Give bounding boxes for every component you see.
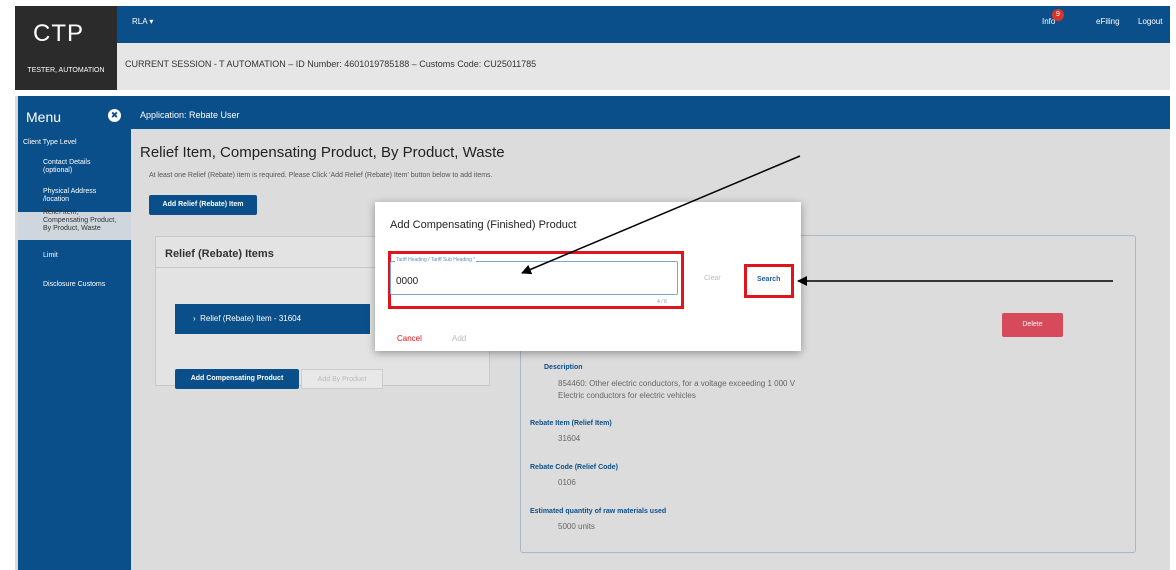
rebate-code-label: Rebate Code (Relief Code)	[530, 464, 618, 471]
sidebar-item-client-type-level[interactable]: Client Type Level	[23, 139, 77, 147]
quantity-label: Estimated quantity of raw materials used	[530, 508, 667, 515]
collapse-menu-icon[interactable]: ✖	[108, 109, 121, 122]
quantity-value: 5000 units	[558, 522, 595, 531]
page-title: Relief Item, Compensating Product, By Pr…	[140, 144, 505, 161]
sidebar-item-physical-address[interactable]: Physical Address /location	[43, 188, 113, 204]
tariff-heading-input[interactable]	[396, 274, 666, 288]
application-title: Application: Rebate User	[140, 110, 240, 120]
app-name: CTP	[33, 20, 84, 47]
description-label: Description	[544, 364, 583, 371]
dialog-title: Add Compensating (Finished) Product	[390, 219, 577, 231]
description-value-line2: Electric conductors for electric vehicle…	[558, 391, 696, 400]
rebate-item-label: Rebate Item (Relief Item)	[530, 420, 612, 427]
relief-item-row[interactable]: › Relief (Rebate) Item - 31604	[175, 304, 370, 334]
logout-link[interactable]: Logout	[1138, 17, 1162, 26]
char-counter: 4 / 8	[657, 299, 667, 305]
top-nav-bar	[117, 6, 1170, 43]
sidebar-item-contact-details[interactable]: Contact Details (optional)	[43, 159, 113, 175]
add-compensating-product-button[interactable]: Add Compensating Product	[175, 369, 299, 389]
session-info: CURRENT SESSION - T AUTOMATION – ID Numb…	[125, 59, 537, 69]
notification-badge: 9	[1052, 9, 1064, 21]
clear-button[interactable]: Clear	[704, 275, 721, 282]
role-selector[interactable]: RLA ▾	[132, 17, 153, 26]
delete-button[interactable]: Delete	[1002, 313, 1063, 337]
search-button[interactable]: Search	[757, 276, 780, 283]
app-logo: CTP TESTER, AUTOMATION	[15, 6, 117, 90]
menu-title: Menu	[26, 109, 62, 125]
sidebar-item-disclosure-customs[interactable]: Disclosure Customs	[43, 281, 105, 289]
cancel-button[interactable]: Cancel	[397, 334, 422, 343]
rebate-item-value: 31604	[558, 434, 581, 443]
description-value-line1: 854460: Other electric conductors, for a…	[558, 379, 796, 388]
chevron-down-icon: ▾	[149, 17, 154, 26]
application-header	[131, 96, 1170, 129]
efiling-link[interactable]: eFiling	[1096, 17, 1120, 26]
user-name: TESTER, AUTOMATION	[27, 67, 105, 74]
rebate-code-value: 0106	[558, 478, 576, 487]
add-relief-item-button[interactable]: Add Relief (Rebate) Item	[149, 195, 257, 215]
chevron-right-icon: ›	[193, 314, 196, 323]
add-by-product-button[interactable]: Add By Product	[301, 369, 383, 389]
tariff-field-label: Tariff Heading / Tariff Sub Heading *	[395, 257, 477, 263]
sidebar-item-relief-item[interactable]: Relief Item, Compensating Product, By Pr…	[43, 209, 123, 239]
sidebar-item-limit[interactable]: Limit	[43, 252, 58, 260]
add-button[interactable]: Add	[452, 334, 466, 343]
instruction-text: At least one Relief (Rebate) item is req…	[149, 172, 493, 179]
relief-items-title: Relief (Rebate) Items	[165, 248, 274, 260]
